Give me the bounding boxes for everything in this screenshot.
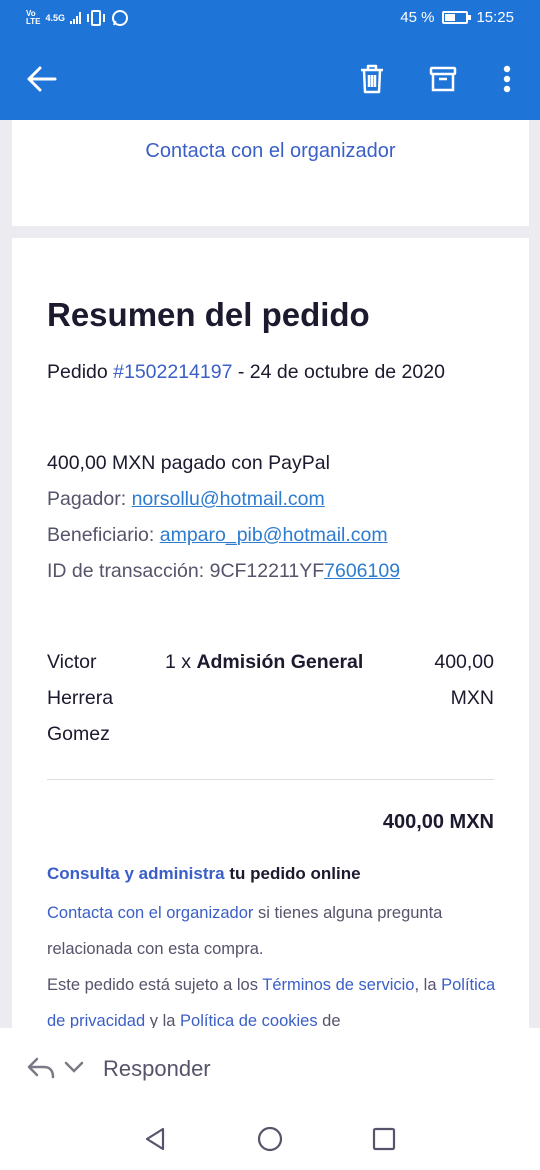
transaction-id-link[interactable]: 7606109 — [324, 560, 400, 582]
status-left: Vo LTE 4.5G — [26, 9, 129, 27]
beneficiary-email-link[interactable]: amparo_pib@hotmail.com — [160, 524, 388, 546]
reply-button[interactable] — [26, 1056, 58, 1082]
divider — [47, 779, 494, 780]
beneficiary-label: Beneficiario: — [47, 524, 160, 546]
email-card-top: Contacta con el organizador — [12, 120, 529, 226]
manage-order-text: tu pedido online — [224, 864, 361, 883]
payer-email-link[interactable]: norsollu@hotmail.com — [132, 488, 325, 510]
ticket-price-currency: MXN — [450, 687, 494, 709]
battery-percent: 45 % — [400, 9, 435, 26]
fine-contact-organizer-link[interactable]: Contacta con el organizador — [47, 904, 253, 922]
order-line: Pedido #1502214197 - 24 de octubre de 20… — [47, 361, 445, 384]
more-vert-icon — [503, 65, 511, 93]
order-prefix: Pedido — [47, 361, 114, 383]
order-number-link[interactable]: #1502214197 — [113, 361, 232, 383]
terms-of-service-link[interactable]: Términos de servicio — [262, 976, 414, 994]
fine-print: Contacta con el organizador si tienes al… — [47, 895, 497, 1028]
signal-icon — [70, 12, 82, 24]
cookie-policy-link[interactable]: Política de cookies — [180, 1012, 318, 1028]
archive-icon — [429, 66, 457, 92]
order-date: - 24 de octubre de 2020 — [232, 361, 445, 383]
more-options-button[interactable] — [485, 57, 529, 101]
nav-home-button[interactable] — [255, 1124, 285, 1154]
nav-home-icon — [257, 1126, 283, 1152]
nav-back-button[interactable] — [140, 1124, 170, 1154]
status-bar: Vo LTE 4.5G 45 % 15:25 — [0, 0, 540, 38]
payment-details: 400,00 MXN pagado con PayPal Pagador: no… — [47, 445, 400, 589]
terms-prefix: Este pedido está sujeto a los — [47, 976, 263, 994]
manage-order-line: Consulta y administra tu pedido online — [47, 864, 361, 884]
manage-order-link[interactable]: Consulta y administra — [47, 864, 225, 883]
battery-icon — [442, 11, 472, 24]
ticket-description: 1 x Admisión General — [165, 644, 363, 680]
status-time: 15:25 — [476, 9, 514, 26]
vibrate-icon — [87, 10, 106, 26]
terms-mid: , la — [414, 976, 442, 994]
attendee-name-line: Herrera — [47, 687, 114, 709]
ticket-type: Admisión General — [196, 651, 364, 673]
status-right: 45 % 15:25 — [400, 9, 514, 26]
transaction-label: ID de transacción: — [47, 560, 210, 582]
reply-label[interactable]: Responder — [103, 1056, 211, 1082]
nav-recents-button[interactable] — [369, 1124, 399, 1154]
delete-button[interactable] — [350, 57, 394, 101]
carrier-bottom: LTE — [26, 17, 41, 26]
payment-summary: 400,00 MXN pagado con PayPal — [47, 452, 330, 474]
reply-bar: Responder — [0, 1028, 540, 1106]
privacy-mid: y la — [145, 1012, 181, 1028]
system-nav-bar — [0, 1106, 540, 1170]
payer-label: Pagador: — [47, 488, 132, 510]
whatsapp-icon — [112, 10, 129, 26]
order-total: 400,00 MXN — [382, 811, 494, 833]
trash-icon — [361, 64, 383, 94]
order-summary-title: Resumen del pedido — [47, 296, 370, 333]
archive-button[interactable] — [421, 57, 465, 101]
attendee-name-line: Victor — [47, 651, 97, 673]
chevron-down-icon — [64, 1061, 84, 1073]
transaction-row: ID de transacción: 9CF12211YF7606109 — [47, 553, 400, 589]
payer-row: Pagador: norsollu@hotmail.com — [47, 481, 400, 517]
network-type: 4.5G — [45, 13, 66, 23]
reply-icon — [27, 1057, 55, 1079]
carrier-label: Vo LTE — [26, 10, 41, 26]
nav-recents-icon — [372, 1127, 396, 1151]
nav-back-icon — [145, 1127, 165, 1151]
app-bar — [0, 38, 540, 120]
battery-fill — [445, 14, 456, 21]
contact-organizer-link[interactable]: Contacta con el organizador — [12, 140, 529, 163]
back-button[interactable] — [20, 57, 64, 101]
order-summary-card: Resumen del pedido Pedido #1502214197 - … — [12, 238, 529, 1028]
ticket-quantity: 1 x — [165, 651, 197, 673]
back-arrow-icon — [27, 66, 57, 92]
attendee-name-line: Gomez — [47, 723, 110, 745]
attendee-name: Victor Herrera Gomez — [47, 644, 147, 752]
ticket-price-amount: 400,00 — [434, 651, 494, 673]
beneficiary-row: Beneficiario: amparo_pib@hotmail.com — [47, 517, 400, 553]
transaction-id-plain: 9CF12211YF — [209, 560, 325, 582]
cookies-suffix: de — [317, 1012, 341, 1028]
reply-options-button[interactable] — [63, 1060, 87, 1078]
ticket-price: 400,00 MXN — [404, 644, 494, 716]
